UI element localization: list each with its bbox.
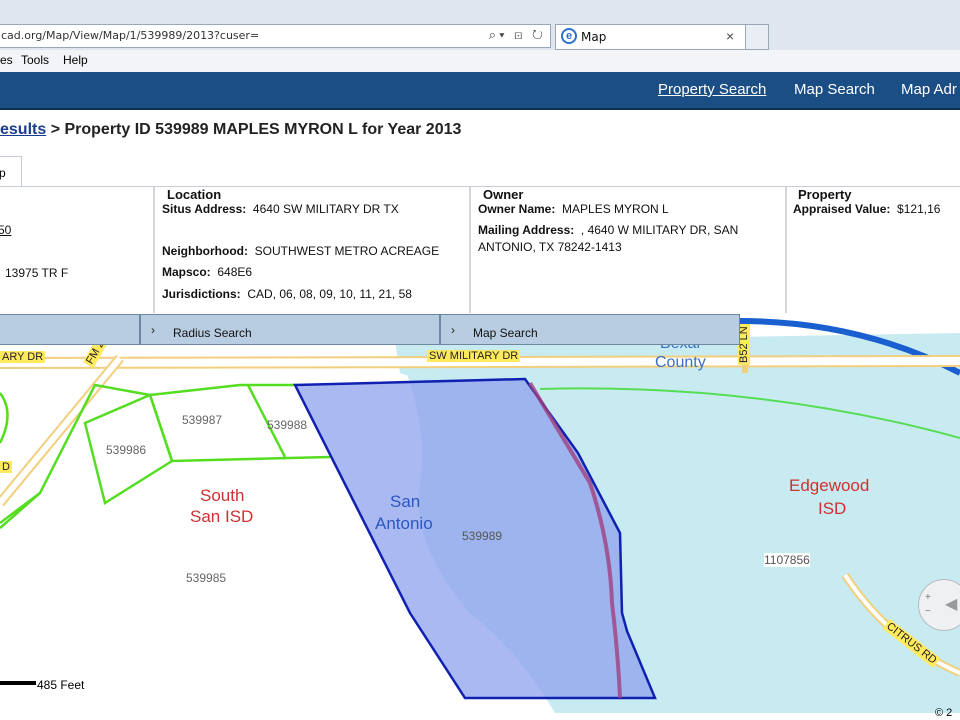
close-icon[interactable]: × bbox=[726, 28, 734, 44]
menu-item-tools[interactable]: Tools bbox=[21, 53, 49, 67]
road-label-sw-military: SW MILITARY DR bbox=[427, 350, 521, 362]
situs-value: 4640 SW MILITARY DR TX bbox=[252, 202, 399, 216]
new-tab-button[interactable] bbox=[745, 24, 769, 50]
appraised-label: Appraised Value: bbox=[793, 202, 891, 216]
address-bar[interactable]: cad.org/Map/View/Map/1/539989/2013?cuser… bbox=[0, 24, 551, 48]
info-column-id: 50 13975 TR F bbox=[0, 187, 155, 313]
parcel-label[interactable]: 539987 bbox=[182, 413, 222, 427]
mailing-line-1: , 4640 W MILITARY DR, SAN bbox=[580, 223, 739, 237]
breadcrumb: esults > Property ID 539989 MAPLES MYRON… bbox=[0, 121, 461, 139]
info-column-owner: Owner Owner Name: MAPLES MYRON L Mailing… bbox=[471, 187, 787, 313]
search-icon[interactable]: ⌕▾ ⊡ ↻ bbox=[489, 27, 546, 43]
parcel-label[interactable]: 539988 bbox=[267, 418, 307, 432]
chevron-right-icon: › bbox=[451, 323, 455, 337]
nav-map-address[interactable]: Map Adr bbox=[901, 81, 957, 98]
area-label-san-isd: San ISD bbox=[190, 507, 254, 526]
map-search-bar: › Radius Search › Map Search bbox=[0, 314, 740, 345]
zoom-out-icon[interactable]: − bbox=[925, 606, 931, 617]
radius-search-button[interactable]: › Radius Search bbox=[140, 314, 440, 345]
property-info-panel: 50 13975 TR F Location Situs Address: 46… bbox=[0, 187, 960, 314]
parcel-label[interactable]: 539986 bbox=[106, 443, 146, 457]
tab-map-label: p bbox=[0, 166, 6, 180]
road-label-d: D bbox=[0, 461, 12, 473]
mailing-label: Mailing Address: bbox=[478, 223, 575, 237]
road-label-military: ARY DR bbox=[0, 351, 46, 363]
menu-item-favorites[interactable]: es bbox=[0, 53, 13, 67]
menu-bar: es Tools Help bbox=[0, 50, 960, 73]
legal-description: 13975 TR F bbox=[5, 266, 69, 280]
mailing-line-2: ANTONIO, TX 78242-1413 bbox=[478, 240, 622, 254]
page-tab-strip bbox=[0, 154, 960, 187]
map-search-label: Map Search bbox=[473, 326, 538, 340]
search-segment-blank[interactable] bbox=[0, 314, 140, 345]
info-column-location: Location Situs Address: 4640 SW MILITARY… bbox=[155, 187, 471, 313]
neighborhood-label: Neighborhood: bbox=[162, 244, 248, 258]
tab-map[interactable]: p bbox=[0, 156, 22, 186]
parcel-label[interactable]: 539989 bbox=[462, 529, 502, 543]
parcel-label[interactable]: 1107856 bbox=[764, 553, 810, 567]
owner-title: Owner bbox=[483, 187, 524, 202]
breadcrumb-title: > Property ID 539989 MAPLES MYRON L for … bbox=[46, 121, 462, 138]
location-title: Location bbox=[167, 187, 222, 202]
situs-label: Situs Address: bbox=[162, 202, 247, 216]
radius-search-label: Radius Search bbox=[173, 326, 252, 340]
mapsco-value: 648E6 bbox=[217, 265, 253, 279]
parcel-label[interactable]: 539985 bbox=[186, 571, 226, 585]
ie-icon: e bbox=[561, 28, 577, 44]
nav-map-search[interactable]: Map Search bbox=[794, 81, 875, 98]
tab-label: Map bbox=[581, 30, 607, 44]
property-title: Property bbox=[798, 187, 852, 202]
owner-name-label: Owner Name: bbox=[478, 202, 556, 216]
property-link[interactable]: 50 bbox=[0, 223, 11, 237]
nav-property-search[interactable]: Property Search bbox=[658, 81, 766, 98]
jurisdictions-value: CAD, 06, 08, 09, 10, 11, 21, 58 bbox=[247, 287, 412, 301]
map-canvas[interactable] bbox=[0, 313, 960, 713]
area-label-isd: ISD bbox=[818, 499, 847, 518]
owner-name-value: MAPLES MYRON L bbox=[562, 202, 669, 216]
info-column-property: Property Appraised Value: $121,16 bbox=[787, 187, 960, 313]
copyright-text: © 2 bbox=[935, 707, 953, 719]
breadcrumb-results-link[interactable]: esults bbox=[0, 121, 46, 138]
map-view[interactable]: ARY DR FM 25 SW MILITARY DR B52 LN D CIT… bbox=[0, 313, 960, 719]
site-header: Property Search Map Search Map Adr bbox=[0, 72, 960, 110]
neighborhood-value: SOUTHWEST METRO ACREAGE bbox=[254, 244, 440, 258]
zoom-in-icon[interactable]: + bbox=[925, 592, 931, 603]
area-label-edgewood: Edgewood bbox=[789, 476, 870, 495]
area-label-county: County bbox=[655, 354, 706, 371]
chevron-right-icon: › bbox=[151, 323, 155, 337]
address-text[interactable]: cad.org/Map/View/Map/1/539989/2013?cuser… bbox=[1, 29, 259, 42]
scale-bar bbox=[0, 681, 36, 685]
mapsco-label: Mapsco: bbox=[162, 265, 211, 279]
appraised-value: $121,16 bbox=[897, 202, 941, 216]
area-label-antonio: Antonio bbox=[375, 514, 433, 533]
area-label-south: South bbox=[200, 486, 245, 505]
map-search-button[interactable]: › Map Search bbox=[440, 314, 740, 345]
menu-item-help[interactable]: Help bbox=[63, 53, 88, 67]
area-label-san: San bbox=[390, 492, 421, 511]
browser-tab[interactable]: e Map × bbox=[555, 24, 769, 50]
pan-left-icon[interactable]: ◀ bbox=[945, 594, 957, 614]
jurisdictions-label: Jurisdictions: bbox=[162, 287, 241, 301]
scale-label: 485 Feet bbox=[37, 678, 85, 692]
